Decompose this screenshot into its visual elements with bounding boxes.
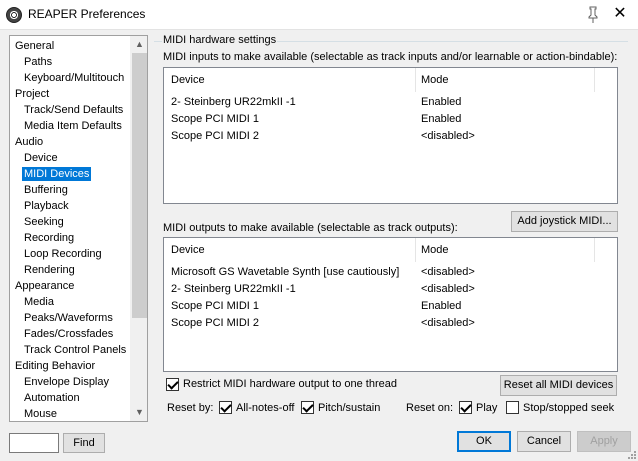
- mode-cell: <disabled>: [421, 266, 475, 278]
- restrict-thread-label[interactable]: Restrict MIDI hardware output to one thr…: [183, 378, 397, 390]
- device-cell: Microsoft GS Wavetable Synth [use cautio…: [171, 266, 400, 278]
- tree-item[interactable]: MIDI Devices: [22, 167, 92, 181]
- mode-cell: Enabled: [421, 113, 462, 125]
- tree-item[interactable]: Mouse: [24, 407, 57, 421]
- table-row[interactable]: 2- Steinberg UR22mkII -1 <disabled>: [171, 281, 611, 298]
- tree-scrollbar[interactable]: ▲ ▼: [130, 36, 147, 421]
- pin-icon[interactable]: [585, 6, 601, 24]
- tree-item[interactable]: Rendering: [24, 263, 75, 277]
- col-mode-header[interactable]: Mode: [421, 74, 449, 86]
- scroll-down-icon[interactable]: ▼: [131, 404, 147, 421]
- mode-cell: Enabled: [421, 96, 462, 108]
- tree-item[interactable]: Recording: [24, 231, 74, 245]
- tree-item[interactable]: Peaks/Waveforms: [24, 311, 113, 325]
- col-device-header[interactable]: Device: [171, 244, 205, 256]
- tree-item[interactable]: Track/Send Defaults: [24, 103, 123, 117]
- tree-item[interactable]: Loop Recording: [24, 247, 102, 261]
- device-cell: 2- Steinberg UR22mkII -1: [171, 283, 296, 295]
- table-row[interactable]: Scope PCI MIDI 2 <disabled>: [171, 315, 611, 332]
- device-cell: Scope PCI MIDI 1: [171, 113, 260, 125]
- category-tree[interactable]: General Paths Keyboard/Multitouch Project Tr…: [9, 35, 148, 422]
- play-checkbox[interactable]: [459, 401, 472, 414]
- tree-item[interactable]: Media: [24, 295, 54, 309]
- find-input[interactable]: [9, 433, 59, 453]
- window-title: REAPER Preferences: [28, 7, 146, 21]
- play-label[interactable]: Play: [476, 402, 497, 414]
- device-cell: Scope PCI MIDI 1: [171, 300, 260, 312]
- scroll-up-icon[interactable]: ▲: [131, 36, 147, 53]
- all-notes-off-checkbox[interactable]: [219, 401, 232, 414]
- reset-on-label: Reset on:: [406, 402, 454, 414]
- reset-by-label: Reset by:: [167, 402, 214, 414]
- stop-stopped-seek-label[interactable]: Stop/stopped seek: [523, 402, 614, 414]
- device-cell: 2- Steinberg UR22mkII -1: [171, 96, 296, 108]
- inputs-label: MIDI inputs to make available (selectabl…: [163, 51, 618, 63]
- table-row[interactable]: Scope PCI MIDI 1 Enabled: [171, 111, 611, 128]
- pitch-sustain-checkbox[interactable]: [301, 401, 314, 414]
- pitch-sustain-label[interactable]: Pitch/sustain: [318, 402, 380, 414]
- table-row[interactable]: Microsoft GS Wavetable Synth [use cautio…: [171, 264, 611, 281]
- tree-item[interactable]: Paths: [24, 55, 52, 69]
- close-icon[interactable]: ✕: [610, 4, 630, 24]
- cancel-button[interactable]: Cancel: [517, 431, 571, 452]
- group-title: MIDI hardware settings: [162, 34, 278, 46]
- mode-cell: <disabled>: [421, 283, 475, 295]
- stop-stopped-seek-checkbox[interactable]: [506, 401, 519, 414]
- tree-item[interactable]: Envelope Display: [24, 375, 109, 389]
- tree-item[interactable]: Track Control Panels: [24, 343, 126, 357]
- midi-inputs-list[interactable]: Device Mode 2- Steinberg UR22mkII -1 Enab…: [163, 67, 618, 204]
- add-joystick-midi-button[interactable]: Add joystick MIDI...: [511, 211, 618, 232]
- device-cell: Scope PCI MIDI 2: [171, 130, 260, 142]
- tree-item[interactable]: Editing Behavior: [15, 359, 95, 373]
- tree-item[interactable]: Playback: [24, 199, 69, 213]
- all-notes-off-label[interactable]: All-notes-off: [236, 402, 295, 414]
- mode-cell: Enabled: [421, 300, 462, 312]
- tree-item[interactable]: Automation: [24, 391, 80, 405]
- col-mode-header[interactable]: Mode: [421, 244, 449, 256]
- tree-item[interactable]: Seeking: [24, 215, 64, 229]
- reset-all-midi-devices-button[interactable]: Reset all MIDI devices: [500, 375, 617, 396]
- resize-grip-icon[interactable]: [626, 449, 636, 459]
- mode-cell: <disabled>: [421, 130, 475, 142]
- reaper-logo-icon: [6, 7, 22, 23]
- tree-item[interactable]: Appearance: [15, 279, 74, 293]
- tree-item[interactable]: Audio: [15, 135, 43, 149]
- tree-item[interactable]: General: [15, 39, 54, 53]
- restrict-thread-checkbox[interactable]: [166, 378, 179, 391]
- table-row[interactable]: 2- Steinberg UR22mkII -1 Enabled: [171, 94, 611, 111]
- device-cell: Scope PCI MIDI 2: [171, 317, 260, 329]
- tree-item[interactable]: Project: [15, 87, 49, 101]
- table-row[interactable]: Scope PCI MIDI 1 Enabled: [171, 298, 611, 315]
- ok-button[interactable]: OK: [457, 431, 511, 452]
- outputs-list-header: Device Mode: [164, 238, 617, 262]
- inputs-list-header: Device Mode: [164, 68, 617, 92]
- table-row[interactable]: Scope PCI MIDI 2 <disabled>: [171, 128, 611, 145]
- tree-item[interactable]: Media Item Defaults: [24, 119, 122, 133]
- title-bar: REAPER Preferences ✕: [0, 0, 638, 30]
- scroll-thumb[interactable]: [132, 53, 147, 318]
- outputs-label: MIDI outputs to make available (selectab…: [163, 222, 458, 234]
- tree-item[interactable]: Fades/Crossfades: [24, 327, 113, 341]
- tree-item[interactable]: Device: [24, 151, 58, 165]
- tree-item[interactable]: Buffering: [24, 183, 68, 197]
- midi-outputs-list[interactable]: Device Mode Microsoft GS Wavetable Synth…: [163, 237, 618, 372]
- col-device-header[interactable]: Device: [171, 74, 205, 86]
- apply-button[interactable]: Apply: [577, 431, 631, 452]
- find-button[interactable]: Find: [63, 433, 105, 453]
- mode-cell: <disabled>: [421, 317, 475, 329]
- tree-item[interactable]: Keyboard/Multitouch: [24, 71, 124, 85]
